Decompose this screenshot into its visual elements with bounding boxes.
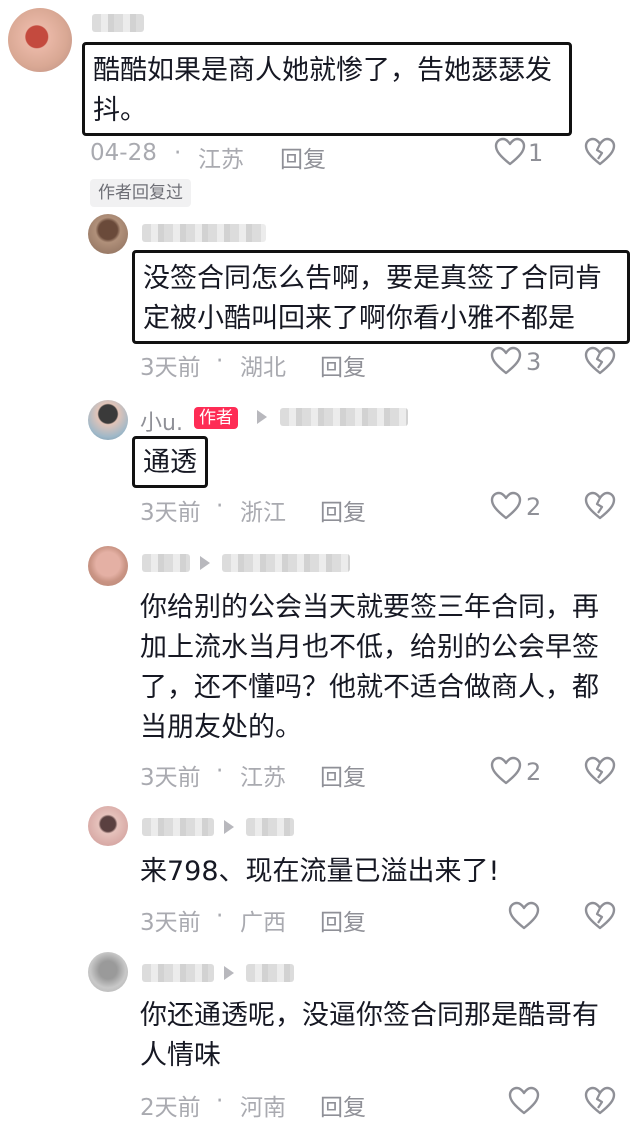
comment-date: 2天前 bbox=[140, 1095, 201, 1121]
comment-location: 江苏 bbox=[240, 765, 286, 791]
meta-separator: · bbox=[216, 348, 224, 374]
triangle-arrow-icon bbox=[224, 820, 234, 834]
heart-outline-icon[interactable] bbox=[508, 1086, 540, 1116]
heart-outline-icon[interactable] bbox=[508, 901, 540, 931]
meta-separator: · bbox=[216, 903, 224, 929]
username-blurred[interactable] bbox=[246, 818, 294, 836]
broken-heart-icon[interactable] bbox=[584, 901, 616, 931]
comment-location: 河南 bbox=[240, 1095, 286, 1121]
comment-text: 酷酷如果是商人她就惨了，告她瑟瑟发 抖。 bbox=[82, 42, 572, 136]
avatar[interactable] bbox=[88, 952, 128, 992]
comment-date: 3天前 bbox=[140, 910, 201, 936]
triangle-arrow-icon bbox=[200, 556, 210, 570]
username-blurred[interactable] bbox=[142, 964, 214, 982]
username-blurred[interactable] bbox=[142, 224, 266, 242]
username-blurred[interactable] bbox=[142, 818, 214, 836]
avatar[interactable] bbox=[88, 546, 128, 586]
avatar[interactable] bbox=[88, 400, 128, 440]
username-blurred[interactable] bbox=[280, 408, 408, 426]
broken-heart-icon[interactable] bbox=[584, 491, 616, 521]
reply-button[interactable]: 回复 bbox=[320, 758, 366, 792]
avatar[interactable] bbox=[88, 214, 128, 254]
like-count: 2 bbox=[526, 493, 542, 521]
meta-separator: · bbox=[216, 1088, 224, 1114]
comment-location: 浙江 bbox=[240, 500, 286, 526]
heart-outline-icon[interactable] bbox=[490, 346, 522, 376]
username[interactable]: 小u. bbox=[140, 405, 183, 437]
comment-text: 来798、现在流量已溢出来了! bbox=[140, 856, 500, 887]
comment-date: 3天前 bbox=[140, 765, 201, 791]
broken-heart-icon[interactable] bbox=[584, 1086, 616, 1116]
reply-button[interactable]: 回复 bbox=[320, 493, 366, 527]
reply-button[interactable]: 回复 bbox=[280, 140, 326, 174]
comment-location: 广西 bbox=[240, 910, 286, 936]
meta-separator: · bbox=[216, 758, 224, 784]
comment-location: 湖北 bbox=[240, 355, 286, 381]
author-replied-tag: 作者回复过 bbox=[90, 179, 191, 207]
username-blurred[interactable] bbox=[92, 14, 144, 32]
comment-text: 你还通透呢，没逼你签合同那是酷哥有 人情味 bbox=[140, 1000, 599, 1071]
triangle-arrow-icon bbox=[257, 410, 267, 424]
heart-outline-icon[interactable] bbox=[490, 491, 522, 521]
heart-outline-icon[interactable] bbox=[490, 756, 522, 786]
comment-text: 你给别的公会当天就要签三年合同，再 加上流水当月也不低，给别的公会早签 了，还不… bbox=[140, 592, 599, 743]
comment-text: 通透 bbox=[132, 436, 208, 488]
comment-date: 3天前 bbox=[140, 500, 201, 526]
avatar[interactable] bbox=[88, 806, 128, 846]
username-blurred[interactable] bbox=[246, 964, 294, 982]
reply-button[interactable]: 回复 bbox=[320, 348, 366, 382]
comment-date: 04-28 bbox=[90, 140, 157, 166]
reply-button[interactable]: 回复 bbox=[320, 903, 366, 937]
like-count: 3 bbox=[526, 348, 542, 376]
reply-button[interactable]: 回复 bbox=[320, 1088, 366, 1122]
meta-separator: · bbox=[174, 140, 182, 166]
comment-text: 没签合同怎么告啊，要是真签了合同肯 定被小酷叫回来了啊你看小雅不都是 bbox=[132, 250, 630, 344]
broken-heart-icon[interactable] bbox=[584, 756, 616, 786]
like-count: 1 bbox=[528, 139, 544, 167]
triangle-arrow-icon bbox=[224, 966, 234, 980]
comment-location: 江苏 bbox=[198, 147, 244, 173]
username-blurred[interactable] bbox=[222, 554, 350, 572]
heart-outline-icon[interactable] bbox=[494, 137, 526, 167]
username-blurred[interactable] bbox=[142, 554, 190, 572]
meta-separator: · bbox=[216, 493, 224, 519]
like-count: 2 bbox=[526, 758, 542, 786]
broken-heart-icon[interactable] bbox=[584, 346, 616, 376]
avatar[interactable] bbox=[8, 8, 72, 72]
author-badge: 作者 bbox=[194, 407, 238, 429]
broken-heart-icon[interactable] bbox=[584, 137, 616, 167]
comment-date: 3天前 bbox=[140, 355, 201, 381]
